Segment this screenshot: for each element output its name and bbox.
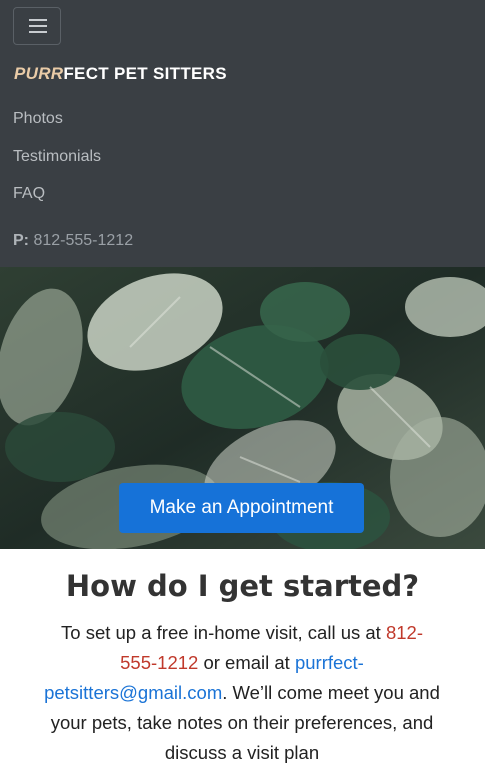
make-appointment-button[interactable]: Make an Appointment [119, 483, 364, 533]
nav-link-testimonials[interactable]: Testimonials [13, 148, 101, 166]
intro-text-start: To set up a free in-home visit, call us … [61, 622, 381, 643]
intro-text-middle: or email at [198, 652, 295, 673]
section-title: How do I get started? [65, 569, 420, 603]
phone-label: P: [13, 232, 29, 249]
top-navbar: PURRFECT PET SITTERS Photos Testimonials… [0, 0, 485, 267]
phone-link-part1: 812- [385, 622, 423, 643]
phone-number: 812-555-1212 [33, 232, 134, 249]
menu-toggle-button[interactable] [13, 7, 61, 45]
page: PURRFECT PET SITTERS Photos Testimonials… [0, 0, 485, 769]
nav-link-photos[interactable]: Photos [13, 110, 63, 128]
brand-logo-link[interactable]: PURRFECT PET SITTERS [14, 64, 227, 84]
brand-accent-text: PURR [14, 64, 64, 83]
email-link-part2: petsitters@gmail.com [44, 682, 223, 703]
nav-phone: P: 812-555-1212 [13, 232, 133, 250]
intro-paragraph: To set up a free in-home visit, call us … [36, 618, 448, 768]
phone-link-part2: 555-1212 [120, 652, 199, 673]
email-link-part1: purrfect- [294, 652, 364, 673]
nav-link-faq[interactable]: FAQ [13, 185, 45, 203]
brand-rest-text: FECT PET SITTERS [63, 64, 227, 83]
